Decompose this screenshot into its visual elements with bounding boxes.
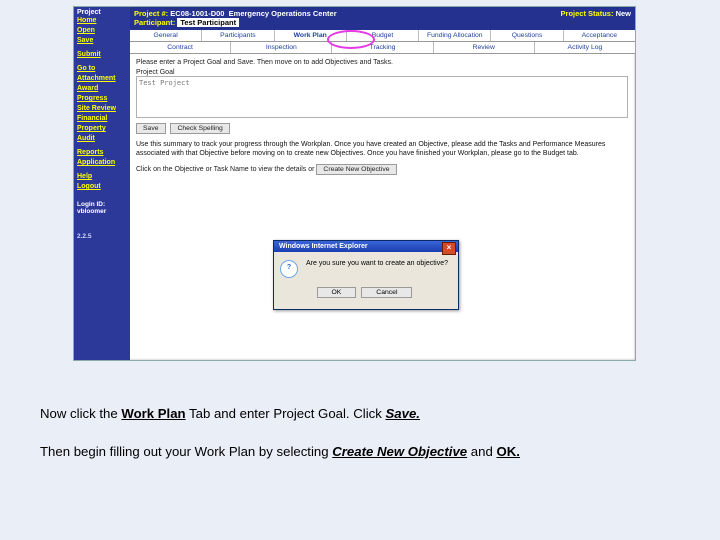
project-number-label: Project #: <box>134 9 168 18</box>
sidebar: Project Home Open Save Submit Go to Atta… <box>74 7 130 360</box>
status-value: New <box>616 9 631 18</box>
login-user: vbloomer <box>77 208 127 215</box>
sidebar-reports[interactable]: Reports <box>77 148 127 157</box>
tab-contract[interactable]: Contract <box>130 42 231 53</box>
tab-budget[interactable]: Budget <box>347 30 419 41</box>
caption-2b: Create New Objective <box>332 444 467 459</box>
workplan-summary: Use this summary to track your progress … <box>136 140 629 158</box>
sidebar-financial[interactable]: Financial <box>77 114 127 123</box>
goal-hint: Please enter a Project Goal and Save. Th… <box>136 59 629 66</box>
caption-1a: Now click the <box>40 406 121 421</box>
sidebar-audit[interactable]: Audit <box>77 134 127 143</box>
save-button[interactable]: Save <box>136 123 166 134</box>
status-label: Project Status: <box>561 9 614 18</box>
version-label: 2.2.5 <box>77 233 127 240</box>
tab-general[interactable]: General <box>130 30 202 41</box>
sidebar-attachment[interactable]: Attachment <box>77 74 127 83</box>
tab-work-plan[interactable]: Work Plan <box>275 30 347 41</box>
project-name: Emergency Operations Center <box>229 9 337 18</box>
check-spelling-button[interactable]: Check Spelling <box>170 123 229 134</box>
work-plan-body: Please enter a Project Goal and Save. Th… <box>130 54 635 181</box>
sidebar-save[interactable]: Save <box>77 36 127 45</box>
tab-questions[interactable]: Questions <box>491 30 563 41</box>
goal-label: Project Goal <box>136 69 629 76</box>
ok-button[interactable]: OK <box>317 287 357 298</box>
tab-review[interactable]: Review <box>434 42 535 53</box>
caption-1b: Work Plan <box>121 406 185 421</box>
sidebar-home[interactable]: Home <box>77 16 127 25</box>
tabs-row-2: Contract Inspection Tracking Review Acti… <box>130 42 635 54</box>
sidebar-sitereview[interactable]: Site Review <box>77 104 127 113</box>
participant-value: Test Participant <box>177 18 239 27</box>
caption-2a: Then begin filling out your Work Plan by… <box>40 444 332 459</box>
sidebar-goto[interactable]: Go to <box>77 64 127 73</box>
sidebar-property[interactable]: Property <box>77 124 127 133</box>
caption-2c: and <box>467 444 496 459</box>
sidebar-open[interactable]: Open <box>77 26 127 35</box>
question-icon: ? <box>280 260 298 278</box>
sidebar-help[interactable]: Help <box>77 172 127 181</box>
sidebar-submit[interactable]: Submit <box>77 50 127 59</box>
tab-tracking[interactable]: Tracking <box>332 42 433 53</box>
sidebar-title: Project <box>77 9 101 16</box>
sidebar-logout[interactable]: Logout <box>77 182 127 191</box>
header-bar: Project #: EC08-1001-D00 Emergency Opera… <box>130 7 635 30</box>
participant-label: Participant: <box>134 18 175 27</box>
sidebar-award[interactable]: Award <box>77 84 127 93</box>
tab-activity-log[interactable]: Activity Log <box>535 42 635 53</box>
instruction-caption: Now click the Work Plan Tab and enter Pr… <box>40 404 680 480</box>
tab-participants[interactable]: Participants <box>202 30 274 41</box>
dialog-message: Are you sure you want to create an objec… <box>306 260 452 267</box>
caption-1d: Save. <box>385 406 419 421</box>
login-label: Login ID: <box>77 201 127 208</box>
objective-click-text: Click on the Objective or Task Name to v… <box>136 166 314 173</box>
cancel-button[interactable]: Cancel <box>361 287 412 298</box>
tabs-row-1: General Participants Work Plan Budget Fu… <box>130 30 635 42</box>
create-new-objective-button[interactable]: Create New Objective <box>316 164 396 175</box>
close-icon[interactable]: × <box>442 242 456 255</box>
caption-1c: Tab and enter Project Goal. Click <box>186 406 386 421</box>
tab-acceptance[interactable]: Acceptance <box>564 30 635 41</box>
project-goal-input[interactable] <box>136 76 628 118</box>
sidebar-progress[interactable]: Progress <box>77 94 127 103</box>
project-number-value: EC08-1001-D00 <box>170 9 224 18</box>
objective-line: Click on the Objective or Task Name to v… <box>136 161 629 178</box>
tab-funding[interactable]: Funding Allocation <box>419 30 491 41</box>
dialog-title: Windows Internet Explorer <box>279 243 368 250</box>
caption-2d: OK. <box>496 444 519 459</box>
tab-inspection[interactable]: Inspection <box>231 42 332 53</box>
confirm-dialog: Windows Internet Explorer × ? Are you su… <box>273 240 459 310</box>
dialog-titlebar: Windows Internet Explorer × <box>274 241 458 252</box>
sidebar-application[interactable]: Application <box>77 158 127 167</box>
